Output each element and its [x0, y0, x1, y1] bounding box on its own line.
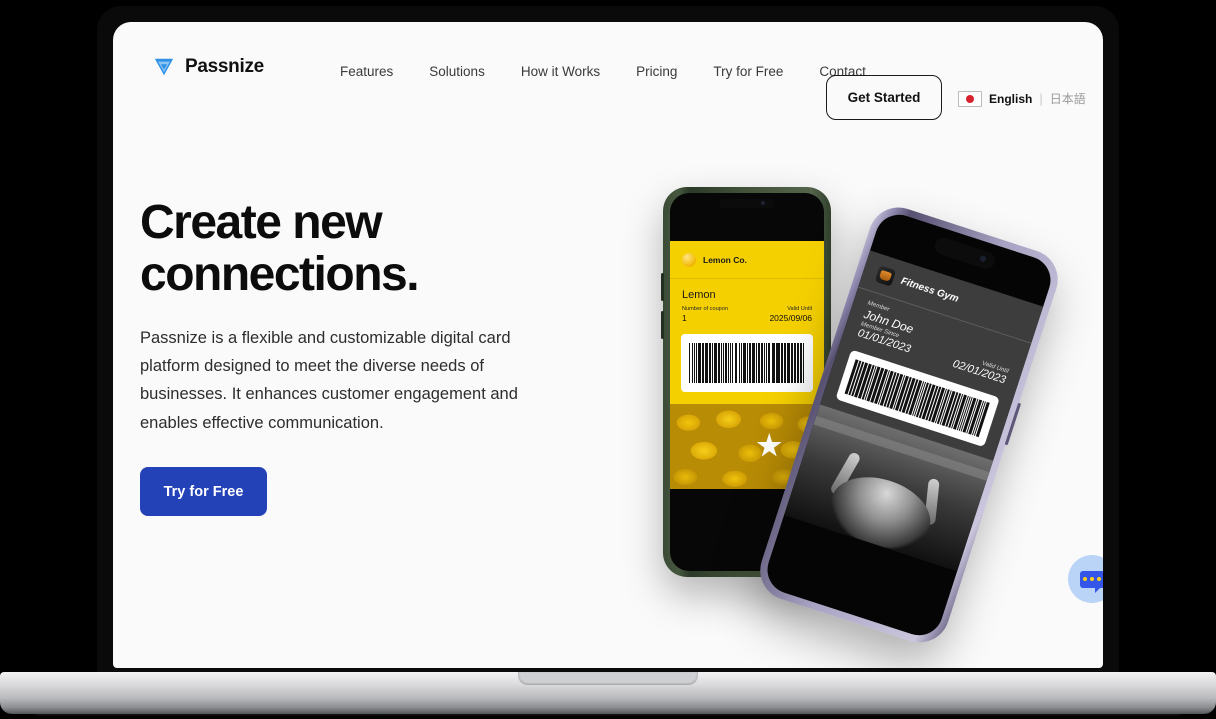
brand-logo[interactable]: Passnize	[153, 56, 264, 78]
try-for-free-button[interactable]: Try for Free	[140, 467, 267, 517]
browser-viewport: Passnize Features Solutions How it Works…	[113, 22, 1103, 668]
language-switcher[interactable]: English | 日本語	[958, 90, 1086, 107]
screenshot-stage: Passnize Features Solutions How it Works…	[0, 0, 1216, 719]
hero-section: Create new connections. Passnize is a fl…	[140, 196, 560, 517]
dumbbell-icon	[874, 265, 897, 287]
nav-item-how-it-works[interactable]: How it Works	[503, 64, 618, 79]
hero-heading: Create new connections.	[140, 196, 420, 301]
nav-item-try-for-free[interactable]: Try for Free	[695, 64, 801, 79]
coupon-title: Lemon	[682, 289, 716, 301]
gym-brand: Fitness Gym	[899, 275, 960, 305]
coupon-count-label: Number of coupon	[682, 306, 729, 312]
coupon-brand: Lemon Co.	[703, 255, 747, 265]
coupon-valid-value: 2025/09/06	[769, 313, 812, 323]
site-header: Passnize Features Solutions How it Works…	[113, 22, 1103, 122]
barcode-icon	[681, 334, 813, 392]
hero-paragraph: Passnize is a flexible and customizable …	[140, 328, 518, 432]
hero-phones-illustration: Lemon Co. Lemon Number of coupon Valid U…	[633, 162, 1103, 651]
get-started-button[interactable]: Get Started	[826, 75, 942, 120]
laptop-base	[0, 672, 1216, 714]
coupon-count-value: 1	[682, 313, 687, 323]
japan-flag-icon	[958, 90, 982, 107]
lemon-icon	[682, 253, 696, 267]
nav-item-features[interactable]: Features	[322, 64, 411, 79]
coupon-valid-label: Valid Until	[787, 306, 812, 312]
nav-item-solutions[interactable]: Solutions	[411, 64, 503, 79]
passnize-triangle-logo-icon	[154, 58, 174, 76]
chat-bubble-icon	[1079, 570, 1103, 593]
language-option-english[interactable]: English	[989, 92, 1032, 106]
star-icon	[756, 432, 782, 457]
primary-nav: Features Solutions How it Works Pricing …	[322, 64, 884, 79]
brand-name: Passnize	[185, 56, 264, 77]
language-option-japanese[interactable]: 日本語	[1050, 90, 1086, 107]
language-separator: |	[1039, 91, 1043, 106]
nav-item-pricing[interactable]: Pricing	[618, 64, 695, 79]
